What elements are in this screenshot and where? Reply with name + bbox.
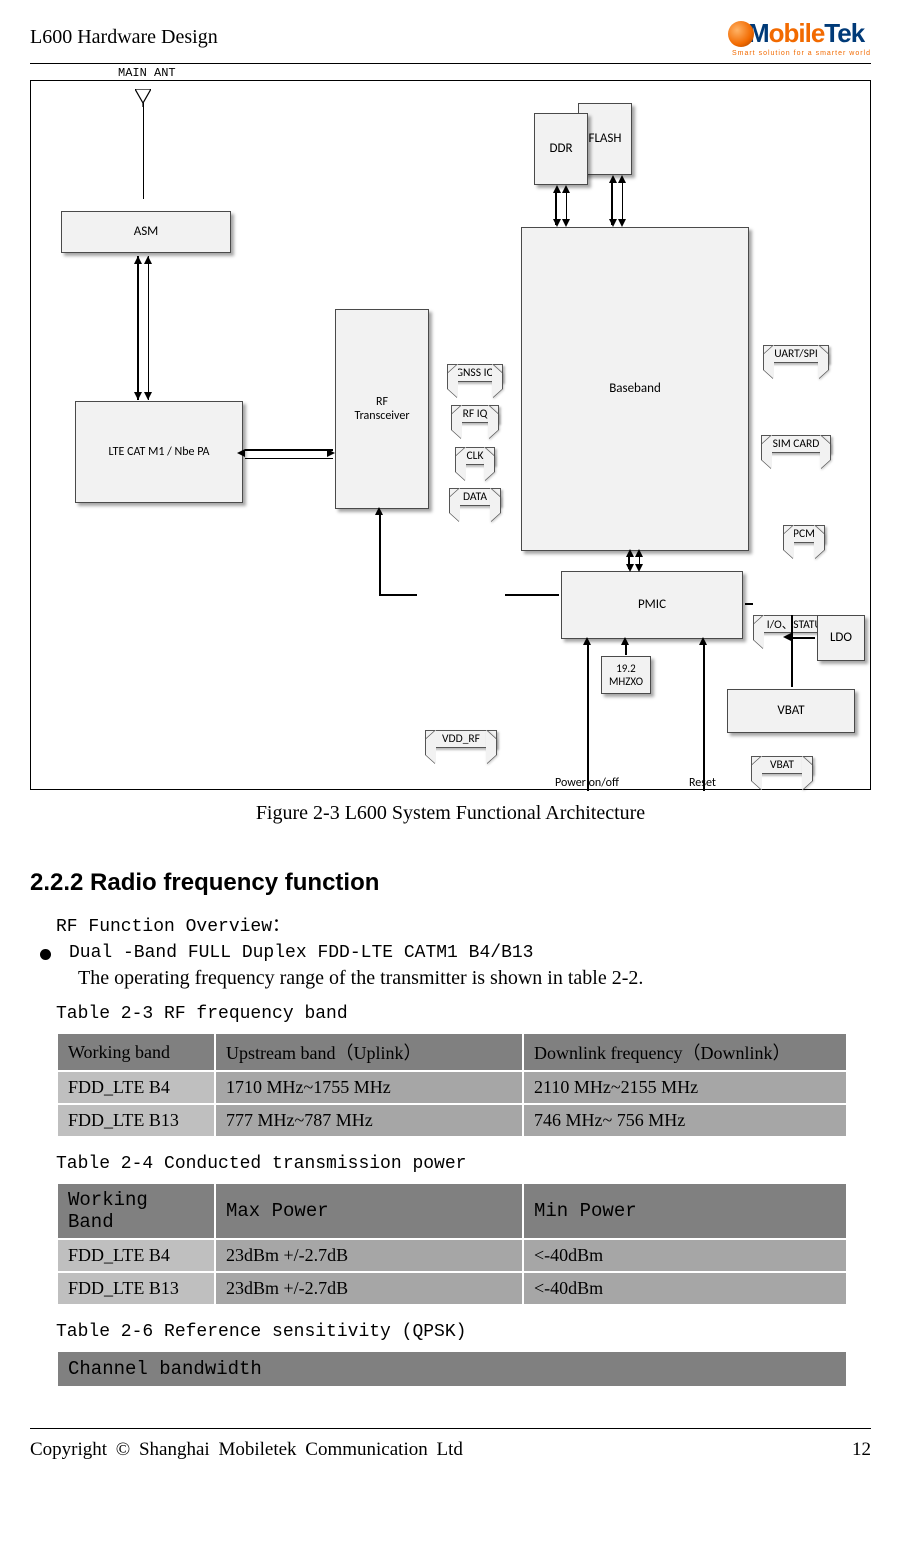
table-row: FDD_LTE B13 23dBm +/-2.7dB <-40dBm — [57, 1272, 847, 1305]
bullet-text: Dual -Band FULL Duplex FDD-LTE CATM1 B4/… — [69, 943, 533, 963]
tbl26-header: Channel bandwidth — [56, 1350, 848, 1388]
rf-transceiver-block: RF Transceiver — [335, 309, 429, 509]
section-heading: 2.2.2 Radio frequency function — [30, 869, 871, 897]
freq-note: The operating frequency range of the tra… — [78, 967, 871, 990]
logo-orb-icon — [728, 21, 754, 47]
table-2-3: Working band Upstream band（Uplink） Downl… — [56, 1032, 848, 1138]
power-onoff-label: Power on/off — [555, 774, 619, 792]
table-row: FDD_LTE B13 777 MHz~787 MHz 746 MHz~ 756… — [57, 1104, 847, 1137]
ldo-block: LDO — [817, 615, 865, 661]
table-row: FDD_LTE B4 23dBm +/-2.7dB <-40dBm — [57, 1239, 847, 1272]
table-2-4-label: Table 2-4 Conducted transmission power — [56, 1154, 871, 1174]
pmic-block: PMIC — [561, 571, 743, 639]
vdd-rf-signal: VDD_RF — [425, 730, 497, 748]
asm-pa-link — [137, 256, 149, 400]
table-2-3-label: Table 2-3 RF frequency band — [56, 1004, 871, 1024]
table-row: FDD_LTE B4 1710 MHz~1755 MHz 2110 MHz~21… — [57, 1071, 847, 1104]
baseband-block: Baseband — [521, 227, 749, 551]
tbl24-h2: Max Power — [215, 1183, 523, 1239]
vbat-signal: VBAT — [751, 756, 813, 774]
table-2-6-label: Table 2-6 Reference sensitivity (QPSK) — [56, 1322, 871, 1342]
uart-spi-signal: UART/SPI — [763, 345, 829, 363]
page-header: L600 Hardware Design MobileTek Smart sol… — [30, 0, 871, 64]
reset-label: Reset — [689, 774, 716, 792]
figure-caption: Figure 2-3 L600 System Functional Archit… — [30, 802, 871, 825]
ddr-block: DDR — [534, 113, 588, 185]
bullet-icon — [40, 949, 51, 960]
page-footer: Copyright © Shanghai Mobiletek Communica… — [30, 1428, 871, 1483]
tbl23-h3: Downlink frequency（Downlink） — [523, 1033, 847, 1071]
pcm-signal: PCM — [783, 525, 825, 543]
data-signal: DATA — [449, 488, 501, 506]
clk-signal: CLK — [455, 447, 495, 465]
logo-text: MobileTek — [748, 18, 864, 49]
sim-card-signal: SIM CARD — [761, 435, 831, 453]
logo-tagline: Smart solution for a smarter world — [732, 50, 871, 57]
tbl23-h2: Upstream band（Uplink） — [215, 1033, 523, 1071]
antenna-line — [143, 103, 144, 199]
asm-block: ASM — [61, 211, 231, 253]
logo: MobileTek Smart solution for a smarter w… — [728, 18, 871, 57]
rf-iq-signal: RF IQ — [451, 405, 499, 423]
copyright: Copyright © Shanghai Mobiletek Communica… — [30, 1439, 463, 1461]
vbat-block: VBAT — [727, 689, 855, 733]
xo-block: 19.2 MHZXO — [601, 656, 651, 694]
pa-block: LTE CAT M1 / Nbe PA — [75, 401, 243, 503]
tbl24-h3: Min Power — [523, 1183, 847, 1239]
tbl24-h1: Working Band — [57, 1183, 215, 1239]
tbl23-h1: Working band — [57, 1033, 215, 1071]
table-2-4: Working Band Max Power Min Power FDD_LTE… — [56, 1182, 848, 1306]
pa-rf-link — [245, 449, 333, 459]
rf-overview-line: RF Function Overview： — [56, 911, 871, 937]
header-title: L600 Hardware Design — [30, 26, 218, 49]
gnss-iq-signal: GNSS IQ — [447, 364, 503, 382]
system-diagram: ASM LTE CAT M1 / Nbe PA RF Transceiver F… — [30, 80, 871, 790]
page-number: 12 — [852, 1439, 871, 1461]
bullet-item: Dual -Band FULL Duplex FDD-LTE CATM1 B4/… — [40, 943, 871, 963]
antenna-label: MAIN ANT — [118, 66, 176, 80]
